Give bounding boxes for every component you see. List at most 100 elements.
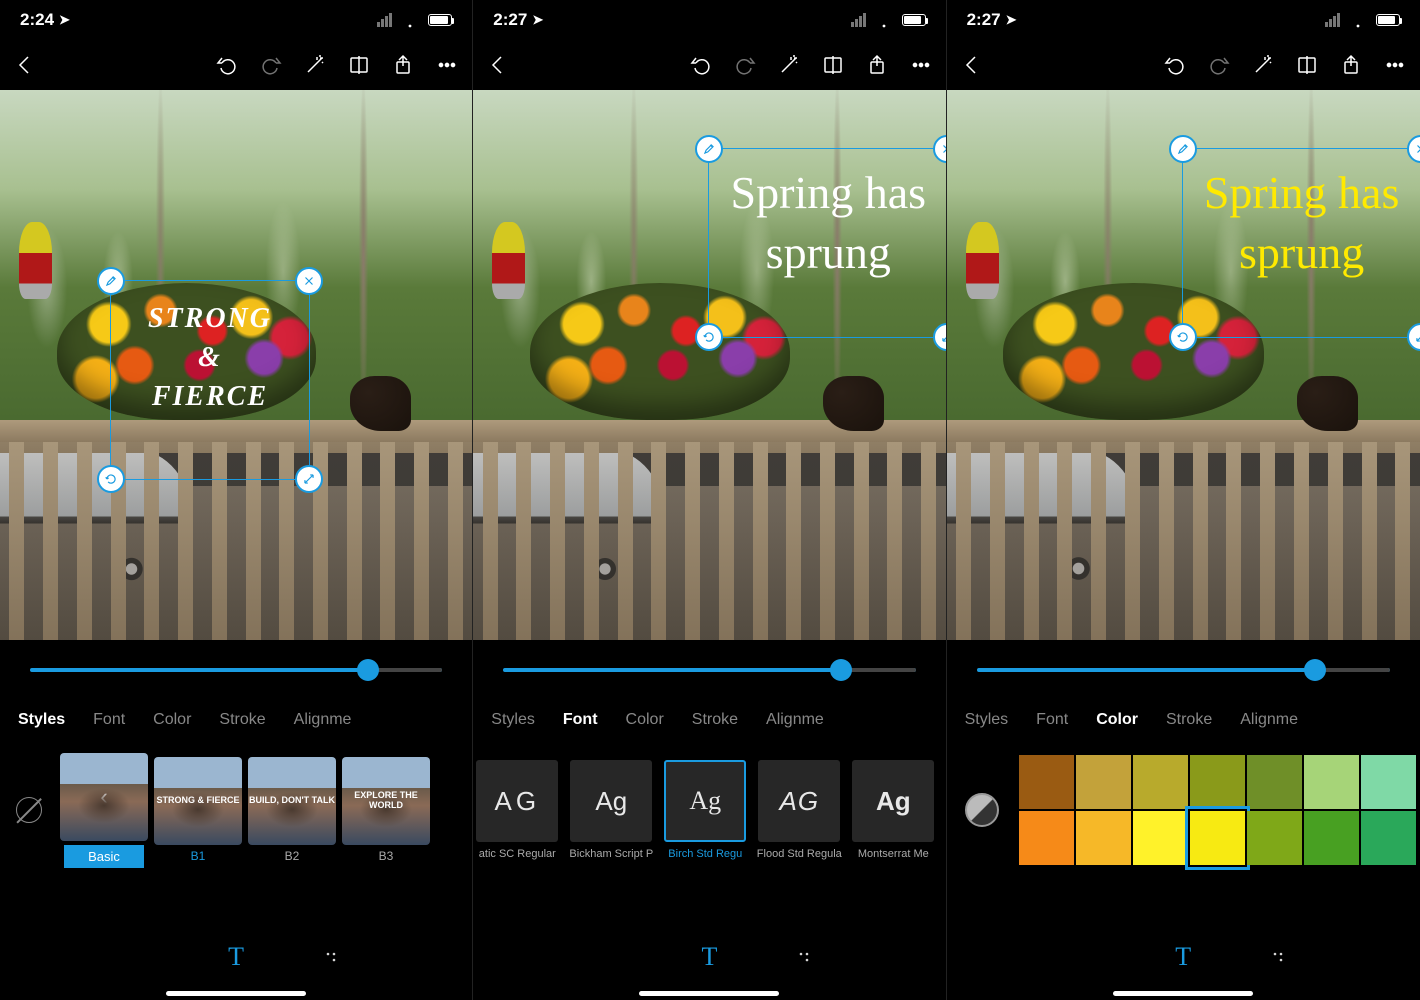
color-none-button[interactable] xyxy=(965,793,999,827)
delete-handle[interactable] xyxy=(295,267,323,295)
tab-font[interactable]: Font xyxy=(563,711,598,729)
rotate-handle[interactable] xyxy=(97,465,125,493)
style-b3[interactable]: EXPLORE THE WORLD B3 xyxy=(342,757,430,863)
color-swatch[interactable] xyxy=(1019,811,1074,865)
tab-color[interactable]: Color xyxy=(153,711,191,729)
tab-stroke[interactable]: Stroke xyxy=(692,711,738,729)
nav-paint[interactable] xyxy=(1262,941,1294,973)
nav-layers[interactable] xyxy=(1357,941,1389,973)
style-b1[interactable]: STRONG & FIERCE B1 xyxy=(154,757,242,863)
auto-enhance-button[interactable] xyxy=(776,52,802,78)
nav-eraser[interactable] xyxy=(505,941,537,973)
tab-font[interactable]: Font xyxy=(1036,711,1068,729)
tab-color[interactable]: Color xyxy=(626,711,664,729)
style-none[interactable] xyxy=(4,797,54,823)
opacity-slider[interactable] xyxy=(30,668,442,672)
more-button[interactable] xyxy=(434,52,460,78)
back-button[interactable] xyxy=(485,52,511,78)
color-swatch[interactable] xyxy=(1247,811,1302,865)
nav-eye[interactable] xyxy=(126,941,158,973)
nav-eraser[interactable] xyxy=(978,941,1010,973)
more-button[interactable] xyxy=(1382,52,1408,78)
text-selection-box[interactable]: STRONG&FIERCE xyxy=(110,280,310,480)
back-button[interactable] xyxy=(959,52,985,78)
canvas[interactable]: STRONG&FIERCE xyxy=(0,90,472,640)
redo-button[interactable] xyxy=(258,52,284,78)
nav-eye[interactable] xyxy=(599,941,631,973)
text-selection-box[interactable]: Spring hassprung xyxy=(708,148,945,338)
color-swatch[interactable] xyxy=(1190,811,1245,865)
nav-layers[interactable] xyxy=(409,941,441,973)
undo-button[interactable] xyxy=(1162,52,1188,78)
tab-styles[interactable]: Styles xyxy=(18,711,65,729)
share-button[interactable] xyxy=(1338,52,1364,78)
redo-button[interactable] xyxy=(1206,52,1232,78)
nav-eye[interactable] xyxy=(1073,941,1105,973)
overlay-text[interactable]: Spring hassprung xyxy=(709,149,945,297)
cellular-icon xyxy=(851,13,866,27)
tab-alignment[interactable]: Alignme xyxy=(1240,711,1298,729)
share-button[interactable] xyxy=(390,52,416,78)
font-bickham-script-p[interactable]: Ag Bickham Script P xyxy=(567,760,655,860)
home-indicator[interactable] xyxy=(639,991,779,996)
edit-handle[interactable] xyxy=(97,267,125,295)
color-swatch[interactable] xyxy=(1304,755,1359,809)
color-swatch[interactable] xyxy=(1076,755,1131,809)
undo-button[interactable] xyxy=(688,52,714,78)
tab-alignment[interactable]: Alignme xyxy=(766,711,824,729)
font-flood-std-regula[interactable]: AG Flood Std Regula xyxy=(755,760,843,860)
nav-text[interactable]: T xyxy=(693,941,725,973)
tab-styles[interactable]: Styles xyxy=(491,711,535,729)
tab-alignment[interactable]: Alignme xyxy=(294,711,352,729)
compare-button[interactable] xyxy=(1294,52,1320,78)
auto-enhance-button[interactable] xyxy=(302,52,328,78)
home-indicator[interactable] xyxy=(166,991,306,996)
canvas[interactable]: Spring hassprung xyxy=(947,90,1420,640)
canvas[interactable]: Spring hassprung xyxy=(473,90,945,640)
text-selection-box[interactable]: Spring hassprung xyxy=(1182,148,1420,338)
tab-styles[interactable]: Styles xyxy=(965,711,1009,729)
style-basic[interactable]: ‹ Basic xyxy=(60,753,148,868)
cellular-icon xyxy=(1325,13,1340,27)
color-swatch[interactable] xyxy=(1361,811,1416,865)
nav-layers[interactable] xyxy=(882,941,914,973)
resize-handle[interactable] xyxy=(295,465,323,493)
tab-font[interactable]: Font xyxy=(93,711,125,729)
color-swatch[interactable] xyxy=(1247,755,1302,809)
font-montserrat-me[interactable]: Ag Montserrat Me xyxy=(849,760,937,860)
color-swatch[interactable] xyxy=(1019,755,1074,809)
compare-button[interactable] xyxy=(820,52,846,78)
color-swatch[interactable] xyxy=(1304,811,1359,865)
tab-color[interactable]: Color xyxy=(1096,711,1138,729)
style-b2[interactable]: BUILD, DON'T TALK B2 xyxy=(248,757,336,863)
nav-text[interactable]: T xyxy=(220,941,252,973)
overlay-text[interactable]: STRONG&FIERCE xyxy=(111,281,309,435)
nav-text[interactable]: T xyxy=(1167,941,1199,973)
nav-eraser[interactable] xyxy=(31,941,63,973)
color-swatch[interactable] xyxy=(1190,755,1245,809)
font-birch-std-regu[interactable]: Ag Birch Std Regu xyxy=(661,760,749,860)
tab-stroke[interactable]: Stroke xyxy=(1166,711,1212,729)
auto-enhance-button[interactable] xyxy=(1250,52,1276,78)
edit-handle[interactable] xyxy=(1169,135,1197,163)
undo-button[interactable] xyxy=(214,52,240,78)
color-swatch[interactable] xyxy=(1076,811,1131,865)
compare-button[interactable] xyxy=(346,52,372,78)
share-button[interactable] xyxy=(864,52,890,78)
color-swatch[interactable] xyxy=(1361,755,1416,809)
bottom-nav: T xyxy=(0,932,472,982)
redo-button[interactable] xyxy=(732,52,758,78)
back-button[interactable] xyxy=(12,52,38,78)
opacity-slider[interactable] xyxy=(977,668,1390,672)
nav-paint[interactable] xyxy=(788,941,820,973)
color-swatch[interactable] xyxy=(1133,755,1188,809)
rotate-handle[interactable] xyxy=(1169,323,1197,351)
overlay-text[interactable]: Spring hassprung xyxy=(1183,149,1420,297)
more-button[interactable] xyxy=(908,52,934,78)
font-atic-sc-regular[interactable]: AG atic SC Regular xyxy=(473,760,561,860)
home-indicator[interactable] xyxy=(1113,991,1253,996)
tab-stroke[interactable]: Stroke xyxy=(219,711,265,729)
color-swatch[interactable] xyxy=(1133,811,1188,865)
nav-paint[interactable] xyxy=(315,941,347,973)
opacity-slider[interactable] xyxy=(503,668,915,672)
